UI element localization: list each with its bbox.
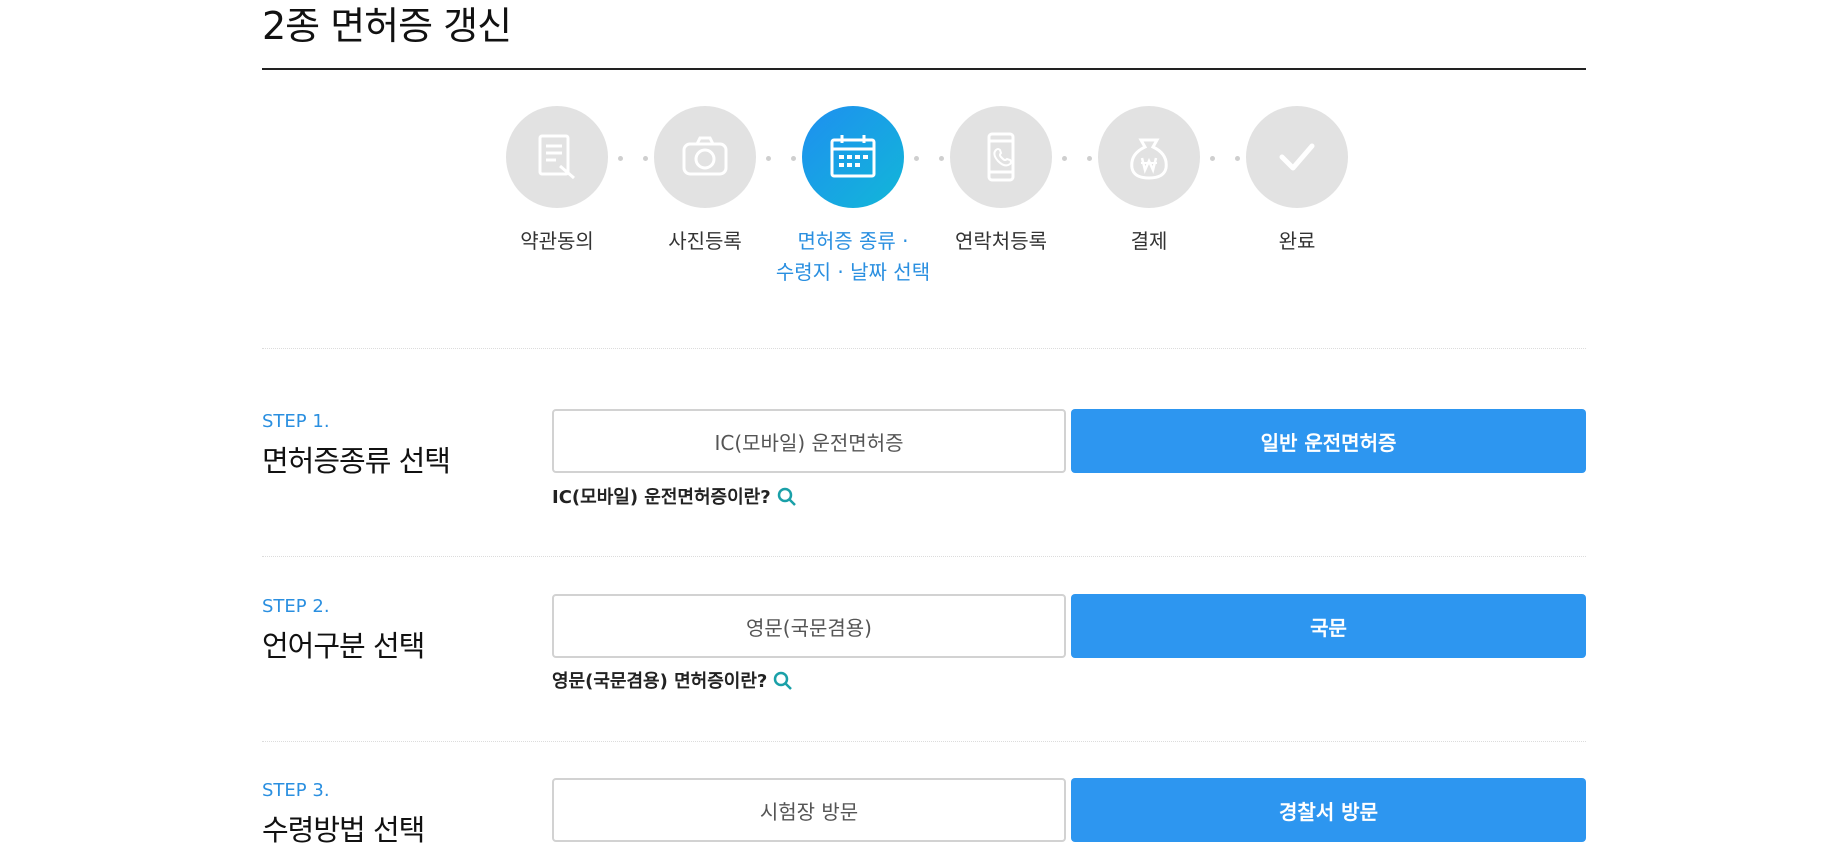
- step-license-label-line2: 수령지 · 날짜 선택: [775, 260, 931, 284]
- regular-license-option-button[interactable]: 일반 운전면허증: [1071, 409, 1586, 473]
- step-terms-label: 약관동의: [520, 229, 594, 253]
- step-payment-label: 결제: [1130, 229, 1168, 253]
- police-station-visit-option-button[interactable]: 경찰서 방문: [1071, 778, 1586, 842]
- english-license-help-text: 영문(국문겸용) 면허증이란?: [552, 671, 768, 692]
- step1-heading: 면허증종류 선택: [262, 444, 451, 478]
- document-edit-icon: [538, 134, 575, 180]
- step-payment-node: [1098, 106, 1200, 208]
- ic-license-help-link[interactable]: IC(모바일) 운전면허증이란?: [552, 483, 797, 509]
- step3-heading: 수령방법 선택: [262, 813, 425, 847]
- step2-heading: 언어구분 선택: [262, 629, 425, 663]
- english-license-option-button[interactable]: 영문(국문겸용): [552, 594, 1066, 658]
- calendar-icon: [830, 135, 876, 178]
- step-complete-label: 완료: [1278, 229, 1316, 253]
- section-divider: [262, 741, 1586, 743]
- won-bag-icon: [1130, 138, 1168, 180]
- step-complete-node: [1246, 106, 1348, 208]
- camera-icon: [682, 136, 728, 176]
- mobile-phone-icon: [987, 132, 1015, 182]
- korean-license-option-button[interactable]: 국문: [1071, 594, 1586, 658]
- ic-license-help-text: IC(모바일) 운전면허증이란?: [552, 487, 771, 508]
- step-connector: [618, 156, 648, 162]
- step-connector: [914, 156, 944, 162]
- step2-number: STEP 2.: [262, 596, 330, 617]
- step-connector: [1210, 156, 1240, 162]
- step1-number: STEP 1.: [262, 411, 330, 432]
- step-license-label: 면허증 종류 · 수령지 · 날짜 선택: [768, 226, 938, 288]
- progress-stepper: 약관동의 사진등록 면허증 종류 · 수령지 · 날짜 선택 연락처등록 결제 …: [0, 0, 1848, 300]
- step-license-node: [802, 106, 904, 208]
- step-photo-node: [654, 106, 756, 208]
- step-photo-label: 사진등록: [668, 229, 742, 253]
- step-license-label-line1: 면허증 종류 ·: [797, 229, 909, 253]
- test-center-visit-option-button[interactable]: 시험장 방문: [552, 778, 1066, 842]
- search-icon: [774, 671, 793, 690]
- section-divider: [262, 348, 1586, 350]
- search-icon: [777, 487, 796, 506]
- english-license-help-link[interactable]: 영문(국문겸용) 면허증이란?: [552, 667, 793, 693]
- step3-number: STEP 3.: [262, 780, 330, 801]
- step-contact-label: 연락처등록: [955, 229, 1047, 253]
- step-connector: [1062, 156, 1092, 162]
- step-connector: [766, 156, 796, 162]
- check-icon: [1279, 143, 1315, 171]
- step-contact-node: [950, 106, 1052, 208]
- section-divider: [262, 556, 1586, 558]
- step-terms-node: [506, 106, 608, 208]
- ic-license-option-button[interactable]: IC(모바일) 운전면허증: [552, 409, 1066, 473]
